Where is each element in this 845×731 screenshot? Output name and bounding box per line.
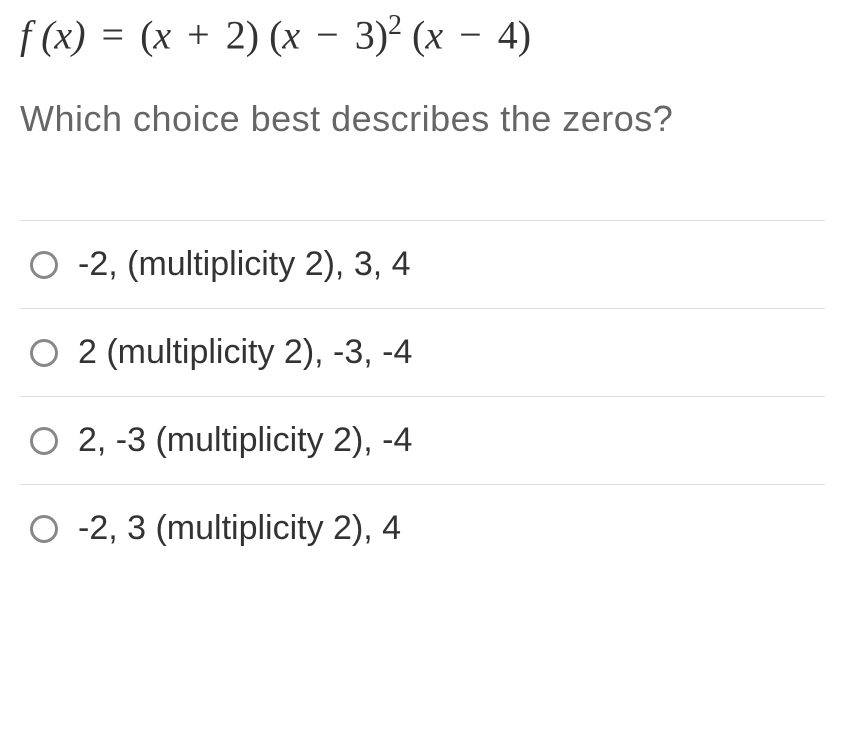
option-2[interactable]: 2 (multiplicity 2), -3, -4 <box>20 308 825 396</box>
options-list: -2, (multiplicity 2), 3, 4 2 (multiplici… <box>20 220 825 572</box>
exponent-2: 2 <box>388 10 402 41</box>
option-text: -2, (multiplicity 2), 3, 4 <box>78 245 411 284</box>
plus-op: + <box>177 12 220 57</box>
minus-op-2: − <box>449 12 492 57</box>
option-4[interactable]: -2, 3 (multiplicity 2), 4 <box>20 484 825 572</box>
minus-op-1: − <box>306 12 349 57</box>
paren-open-2: ( <box>259 12 282 57</box>
question-text: Which choice best describes the zeros? <box>20 98 825 140</box>
var-x-1: x <box>153 12 171 57</box>
radio-icon <box>30 427 58 455</box>
option-text: -2, 3 (multiplicity 2), 4 <box>78 509 401 548</box>
option-text: 2, -3 (multiplicity 2), -4 <box>78 421 412 460</box>
option-text: 2 (multiplicity 2), -3, -4 <box>78 333 412 372</box>
equation-display: f (x) = (x + 2) (x − 3)2 (x − 4) <box>20 10 825 58</box>
paren-close-1: ) <box>246 12 259 57</box>
var-x-3: x <box>425 12 443 57</box>
radio-icon <box>30 251 58 279</box>
radio-icon <box>30 515 58 543</box>
paren-close-2: ) <box>375 12 388 57</box>
paren-open-1: ( <box>140 12 153 57</box>
option-1[interactable]: -2, (multiplicity 2), 3, 4 <box>20 220 825 308</box>
var-x-2: x <box>282 12 300 57</box>
equals-sign: = <box>92 12 135 57</box>
equation-lhs: f (x) <box>20 12 86 57</box>
num-4: 4 <box>498 12 518 57</box>
radio-icon <box>30 339 58 367</box>
num-2: 2 <box>226 12 246 57</box>
option-3[interactable]: 2, -3 (multiplicity 2), -4 <box>20 396 825 484</box>
paren-open-3: ( <box>402 12 425 57</box>
paren-close-3: ) <box>518 12 531 57</box>
num-3: 3 <box>355 12 375 57</box>
